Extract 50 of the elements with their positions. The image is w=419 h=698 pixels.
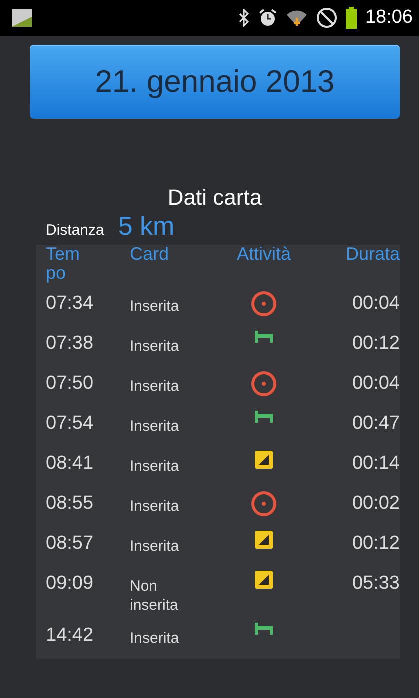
bed-icon: [254, 331, 274, 343]
duration-cell-text: 00:14: [351, 452, 400, 475]
duration-cell-text: 05:33: [351, 572, 400, 595]
sim-icon: [12, 9, 32, 27]
target-icon: [251, 371, 277, 397]
battery-icon: [346, 7, 358, 29]
blocked-icon: [316, 7, 338, 29]
column-header: Durata: [344, 245, 400, 264]
duration-cell-text: 00:02: [351, 492, 400, 515]
card-cell-text: Inserita: [130, 497, 180, 516]
date-button[interactable]: 21. gennaio 2013: [30, 45, 400, 119]
time-cell-text: 07:54: [46, 412, 95, 435]
duration-cell-text: 00:12: [351, 532, 400, 555]
column-header: Tempo: [46, 245, 82, 283]
time-cell-text: 08:55: [46, 492, 95, 515]
bluetooth-icon: [238, 9, 250, 27]
time-cell-text: 07:38: [46, 332, 95, 355]
card-cell-text: Inserita: [130, 537, 180, 556]
time-cell-text: 08:57: [46, 532, 95, 555]
duration-cell-text: 00:04: [351, 372, 400, 395]
card-cell-text: Inserita: [130, 377, 180, 396]
square-icon: [255, 571, 273, 589]
time-cell-text: 08:41: [46, 452, 95, 475]
distance-label: Distanza: [46, 222, 104, 239]
card-cell-text: Inserita: [130, 417, 180, 436]
column-header: Card: [130, 245, 170, 264]
card-cell-text: Inserita: [130, 629, 180, 648]
bed-icon: [254, 623, 274, 635]
time-cell-text: 07:50: [46, 372, 95, 395]
bed-icon: [254, 411, 274, 423]
column-header: Attività: [236, 245, 292, 264]
target-icon: [251, 491, 277, 517]
target-icon: [251, 291, 277, 317]
card-cell-text: Inserita: [130, 297, 180, 316]
card-cell-text: Inserita: [130, 337, 180, 356]
square-icon: [255, 531, 273, 549]
status-time: 18:06: [365, 7, 413, 29]
section-title: Dati carta: [166, 185, 264, 211]
time-cell-text: 09:09: [46, 572, 95, 595]
duration-cell-text: 00:12: [351, 332, 400, 355]
alarm-clock-icon: [258, 8, 278, 28]
time-cell-text: 14:42: [46, 624, 95, 647]
square-icon: [255, 451, 273, 469]
duration-cell-text: 00:04: [351, 292, 400, 315]
distance-value: 5 km: [118, 211, 175, 242]
wifi-icon: [286, 8, 308, 28]
card-cell-text: Inserita: [130, 457, 180, 476]
duration-cell-text: 00:47: [351, 412, 400, 435]
time-cell-text: 07:34: [46, 292, 95, 315]
card-cell-text: Non inserita: [130, 577, 180, 615]
